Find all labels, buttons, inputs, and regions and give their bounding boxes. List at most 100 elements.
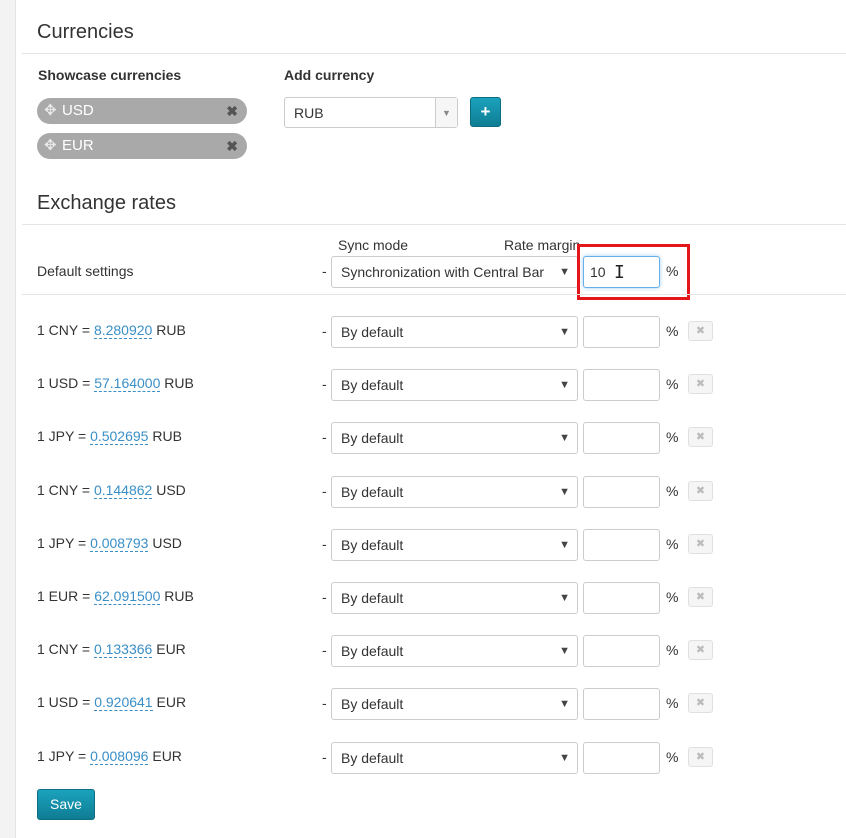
percent-sign: % [666,376,679,392]
remove-icon[interactable]: ✖ [688,481,713,501]
rate-label: 1 CNY = 8.280920 RUB [37,322,186,339]
rate-label: 1 JPY = 0.008793 USD [37,535,182,552]
rate-value-link[interactable]: 0.144862 [93,482,153,499]
currencies-title: Currencies [37,21,134,43]
chevron-down-icon[interactable]: ▼ [559,583,570,613]
sync-mode-select[interactable]: By default ▼ [331,529,578,561]
default-sync-select[interactable]: Synchronization with Central Bar ▼ [331,256,578,288]
remove-icon[interactable]: ✖ [688,427,713,447]
rate-suffix: USD [148,535,182,551]
remove-icon[interactable]: ✖ [688,747,713,767]
rate-value-link[interactable]: 62.091500 [94,588,161,605]
add-currency-value: RUB [294,105,324,121]
remove-icon[interactable]: ✖ [688,321,713,341]
sync-mode-select[interactable]: By default ▼ [331,635,578,667]
chevron-down-icon[interactable]: ▼ [559,689,570,719]
dash: - [322,642,327,658]
rate-margin-input[interactable] [583,529,660,561]
percent-sign: % [666,695,679,711]
sync-mode-select[interactable]: By default ▼ [331,476,578,508]
sync-mode-value: By default [341,484,404,500]
rate-value-link[interactable]: 0.133366 [93,641,153,658]
sync-mode-select[interactable]: By default ▼ [331,316,578,348]
remove-icon[interactable]: ✖ [226,133,238,159]
dash: - [322,263,327,279]
sync-mode-value: By default [341,696,404,712]
rate-value-link[interactable]: 0.008793 [90,535,149,552]
rate-margin-input[interactable] [583,422,660,454]
remove-icon[interactable]: ✖ [688,640,713,660]
sync-mode-select[interactable]: By default ▼ [331,369,578,401]
sync-mode-header: Sync mode [338,237,409,253]
rate-margin-input[interactable] [583,742,660,774]
remove-icon[interactable]: ✖ [688,693,713,713]
rate-margin-input[interactable] [583,688,660,720]
remove-icon[interactable]: ✖ [688,534,713,554]
rate-margin-input[interactable] [583,369,660,401]
percent-sign: % [666,642,679,658]
dash: - [322,323,327,339]
remove-icon[interactable]: ✖ [226,98,238,124]
rate-margin-input[interactable] [583,582,660,614]
chevron-down-icon[interactable]: ▼ [559,477,570,507]
chevron-down-icon[interactable]: ▼ [559,636,570,666]
move-icon[interactable]: ✥ [44,98,57,124]
rate-prefix: 1 USD = [37,375,95,391]
rate-prefix: 1 EUR = [37,588,95,604]
sync-mode-select[interactable]: By default ▼ [331,688,578,720]
divider [22,53,846,54]
chevron-down-icon[interactable]: ▼ [559,370,570,400]
sync-mode-select[interactable]: By default ▼ [331,742,578,774]
chevron-down-icon[interactable]: ▼ [559,530,570,560]
rate-suffix: RUB [160,588,194,604]
percent-sign: % [666,323,679,339]
rate-label: 1 CNY = 0.144862 USD [37,482,186,499]
chevron-down-icon[interactable]: ▼ [559,317,570,347]
rate-label: 1 EUR = 62.091500 RUB [37,588,194,605]
divider [22,294,846,295]
move-icon[interactable]: ✥ [44,133,57,159]
showcase-currency-tag[interactable]: ✥ EUR ✖ [37,133,247,159]
remove-icon[interactable]: ✖ [688,374,713,394]
rate-suffix: RUB [148,428,182,444]
rate-suffix: EUR [148,748,182,764]
rate-margin-input[interactable] [583,635,660,667]
sync-mode-value: By default [341,643,404,659]
rate-suffix: RUB [160,375,194,391]
sync-mode-select[interactable]: By default ▼ [331,422,578,454]
chevron-down-icon[interactable]: ▼ [555,257,570,287]
dash: - [322,589,327,605]
rate-prefix: 1 JPY = [37,535,91,551]
highlight-box [577,244,690,300]
save-button[interactable]: Save [37,789,95,820]
rate-prefix: 1 CNY = [37,482,94,498]
remove-icon[interactable]: ✖ [688,587,713,607]
rate-value-link[interactable]: 0.502695 [90,428,149,445]
rate-margin-input[interactable] [583,316,660,348]
dash: - [322,483,327,499]
sync-mode-value: By default [341,750,404,766]
rate-label: 1 CNY = 0.133366 EUR [37,641,186,658]
add-currency-select[interactable]: RUB ▼ [284,97,458,128]
rate-suffix: RUB [152,322,186,338]
rate-margin-header: Rate margin [504,237,581,253]
rate-suffix: USD [152,482,186,498]
rate-prefix: 1 USD = [37,694,95,710]
chevron-down-icon[interactable]: ▼ [435,98,457,127]
showcase-currency-tag[interactable]: ✥ USD ✖ [37,98,247,124]
add-currency-label: Add currency [284,67,375,83]
rate-label: 1 JPY = 0.008096 EUR [37,748,182,765]
sync-mode-value: By default [341,430,404,446]
rate-value-link[interactable]: 8.280920 [93,322,153,339]
chevron-down-icon[interactable]: ▼ [559,743,570,773]
rate-prefix: 1 JPY = [37,428,91,444]
rate-value-link[interactable]: 57.164000 [94,375,161,392]
rate-value-link[interactable]: 0.920641 [94,694,153,711]
percent-sign: % [666,483,679,499]
rate-value-link[interactable]: 0.008096 [90,748,149,765]
rate-margin-input[interactable] [583,476,660,508]
percent-sign: % [666,589,679,605]
sync-mode-select[interactable]: By default ▼ [331,582,578,614]
add-currency-button[interactable]: + [470,97,501,127]
chevron-down-icon[interactable]: ▼ [559,423,570,453]
